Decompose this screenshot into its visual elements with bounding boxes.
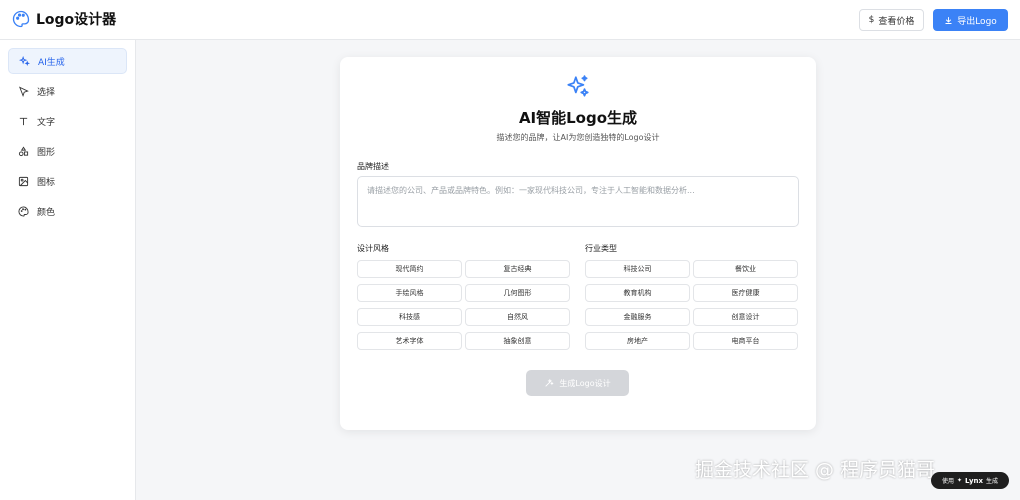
cursor-icon	[18, 85, 29, 97]
lynx-badge: 使用 ✦ Lynx 生成	[931, 472, 1009, 489]
industry-option[interactable]: 房地产	[585, 332, 690, 350]
text-icon	[19, 117, 28, 125]
style-option[interactable]: 抽象创意	[465, 332, 570, 350]
sidebar-item-label: 文字	[37, 117, 56, 128]
style-option[interactable]: 科技感	[357, 308, 462, 326]
style-option[interactable]: 现代简约	[357, 260, 462, 278]
sidebar-item-label: AI生成	[38, 57, 65, 68]
sidebar-item-label: 颜色	[37, 207, 56, 218]
sidebar-item-label: 选择	[37, 87, 56, 98]
industry-option[interactable]: 餐饮业	[693, 260, 798, 278]
palette-icon	[18, 205, 29, 217]
sidebar: AI生成 选择 文字 图形 图标 颜色	[0, 40, 136, 500]
dollar-icon: $	[868, 15, 875, 25]
brand-description-input[interactable]	[357, 176, 799, 227]
top-bar: Logo设计器 $ 查看价格 导出Logo	[0, 0, 1020, 40]
sidebar-item-select[interactable]: 选择	[8, 78, 127, 104]
sparkles-icon	[19, 55, 30, 66]
lynx-badge-prefix: 使用	[941, 478, 954, 485]
style-option[interactable]: 艺术字体	[357, 332, 462, 350]
export-logo-label: 导出Logo	[957, 16, 997, 27]
sidebar-item-icons[interactable]: 图标	[8, 168, 127, 194]
view-price-button[interactable]: $ 查看价格	[859, 9, 924, 31]
industry-option[interactable]: 医疗健康	[693, 284, 798, 302]
industry-option[interactable]: 金融服务	[585, 308, 690, 326]
sidebar-item-colors[interactable]: 颜色	[8, 198, 127, 224]
industry-type-label: 行业类型	[585, 244, 617, 253]
brand-description-label: 品牌描述	[357, 162, 389, 171]
sidebar-item-label: 图形	[37, 147, 56, 158]
sidebar-item-ai-generate[interactable]: AI生成	[8, 48, 127, 74]
style-option[interactable]: 自然风	[465, 308, 570, 326]
design-style-options: 现代简约 复古经典 手绘风格 几何图形 科技感 自然风 艺术字体 抽象创意	[357, 260, 570, 350]
page-subtitle: 描述您的品牌，让AI为您创造独特的Logo设计	[496, 133, 660, 142]
lynx-logo-icon: ✦	[956, 477, 962, 484]
design-style-label: 设计风格	[357, 244, 389, 253]
industry-option[interactable]: 科技公司	[585, 260, 690, 278]
palette-logo-icon	[12, 10, 30, 28]
app-title: Logo设计器	[36, 12, 117, 28]
style-option[interactable]: 手绘风格	[357, 284, 462, 302]
ai-generate-card: AI智能Logo生成 描述您的品牌，让AI为您创造独特的Logo设计 品牌描述 …	[340, 57, 816, 430]
page-title: AI智能Logo生成	[518, 109, 638, 127]
industry-option[interactable]: 创意设计	[693, 308, 798, 326]
industry-type-options: 科技公司 餐饮业 教育机构 医疗健康 金融服务 创意设计 房地产 电商平台	[585, 260, 798, 350]
view-price-label: 查看价格	[878, 16, 915, 27]
sparkles-icon	[567, 75, 589, 97]
style-option[interactable]: 复古经典	[465, 260, 570, 278]
brand: Logo设计器	[12, 9, 116, 29]
generate-logo-label: 生成Logo设计	[559, 378, 611, 388]
industry-option[interactable]: 教育机构	[585, 284, 690, 302]
sidebar-item-label: 图标	[37, 177, 56, 188]
shapes-icon	[18, 146, 29, 156]
image-icon	[18, 176, 29, 186]
sidebar-item-text[interactable]: 文字	[8, 108, 127, 134]
style-option[interactable]: 几何图形	[465, 284, 570, 302]
magic-wand-icon	[545, 378, 555, 387]
download-icon	[945, 16, 952, 24]
generate-logo-button[interactable]: 生成Logo设计	[526, 370, 629, 396]
sidebar-item-shapes[interactable]: 图形	[8, 138, 127, 164]
lynx-badge-brand: Lynx	[964, 476, 984, 485]
lynx-badge-suffix: 生成	[986, 478, 999, 485]
watermark-text: 掘金技术社区 @ 程序员猫哥	[695, 459, 936, 481]
industry-option[interactable]: 电商平台	[693, 332, 798, 350]
export-logo-button[interactable]: 导出Logo	[933, 9, 1008, 31]
